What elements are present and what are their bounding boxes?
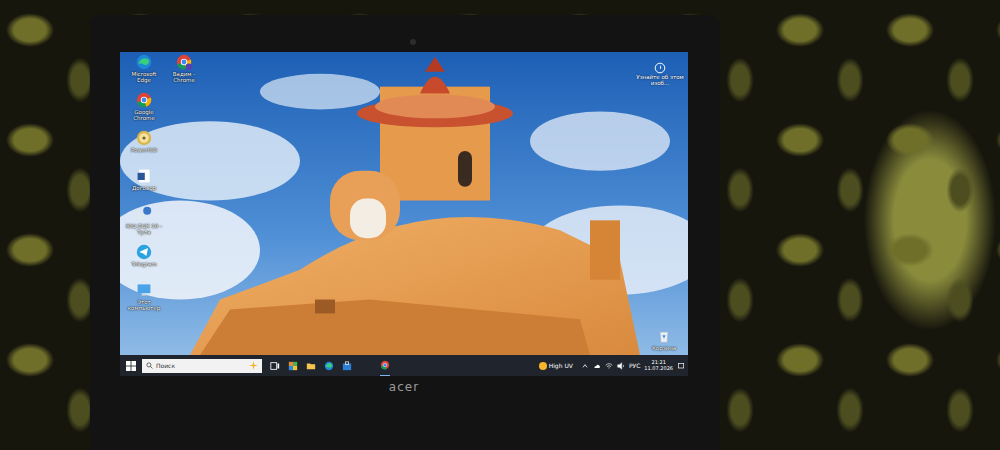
desktop-icon[interactable]: Договор bbox=[124, 168, 164, 205]
laptop: Microsoft EdgeВадим - Chrome Google Chrom… bbox=[90, 15, 720, 450]
store-icon bbox=[342, 361, 352, 371]
wallpaper-icon bbox=[120, 52, 688, 355]
desktop-icons: Microsoft EdgeВадим - Chrome Google Chrom… bbox=[124, 54, 204, 351]
chevron-icon[interactable] bbox=[581, 362, 589, 370]
recycle-bin[interactable]: Корзина bbox=[644, 328, 684, 351]
pc-icon bbox=[136, 282, 152, 298]
brand-logo: acer bbox=[389, 380, 419, 394]
desktop-right: Узнайте об этом изоб... Корзина bbox=[634, 54, 684, 351]
taskbar-app[interactable] bbox=[324, 356, 334, 375]
search-field[interactable]: Поиск bbox=[142, 359, 262, 373]
edge-icon bbox=[324, 361, 334, 371]
edge-icon bbox=[136, 54, 152, 70]
search-placeholder: Поиск bbox=[156, 362, 175, 369]
desktop-icon-label: Google Chrome bbox=[124, 109, 164, 122]
chrome-profile-icon bbox=[176, 54, 192, 70]
camera-icon bbox=[654, 62, 666, 74]
desktop-icon-label: Вадим - Chrome bbox=[164, 71, 204, 84]
volume-icon[interactable] bbox=[617, 362, 625, 370]
taskbar-app[interactable] bbox=[270, 356, 280, 375]
start-button[interactable] bbox=[120, 361, 142, 371]
word-icon bbox=[136, 168, 152, 184]
desktop-icon-label: ЮЦ ЕЦК 10 - Тула bbox=[124, 223, 164, 236]
spotlight-button[interactable]: Узнайте об этом изоб... bbox=[636, 62, 684, 87]
clock[interactable]: 21:2111.07.2026 bbox=[644, 360, 673, 372]
desktop-icon[interactable]: Вадим - Chrome bbox=[164, 54, 204, 91]
sun-icon bbox=[539, 362, 547, 370]
widgets-icon bbox=[288, 361, 298, 371]
taskbar-app[interactable] bbox=[306, 356, 316, 375]
screen: Microsoft EdgeВадим - Chrome Google Chrom… bbox=[120, 52, 688, 376]
notification-icon[interactable] bbox=[677, 362, 685, 370]
weather-text: High UV bbox=[549, 362, 573, 369]
desktop-icon[interactable]: Этот компьютер bbox=[124, 282, 164, 319]
recycle-bin-icon bbox=[656, 328, 672, 344]
desktop: Microsoft EdgeВадим - Chrome Google Chrom… bbox=[120, 52, 688, 355]
desktop-icon[interactable]: Microsoft Edge bbox=[124, 54, 164, 91]
explorer-icon bbox=[306, 361, 316, 371]
windows-logo-icon bbox=[126, 361, 136, 371]
desktop-icon-label: Microsoft Edge bbox=[124, 71, 164, 84]
taskbar: Поиск High UV РУС 21:2111.07.2026 bbox=[120, 355, 688, 376]
cloud-icon[interactable] bbox=[593, 362, 601, 370]
recycle-bin-label: Корзина bbox=[652, 345, 676, 351]
taskbar-app[interactable] bbox=[342, 356, 352, 375]
bezel: acer bbox=[120, 376, 688, 394]
telegram-icon bbox=[136, 244, 152, 260]
network-icon[interactable] bbox=[605, 362, 613, 370]
spotlight-label: Узнайте об этом изоб... bbox=[636, 74, 684, 87]
magnifier-icon bbox=[146, 362, 153, 369]
desktop-icon[interactable]: Telegram bbox=[124, 244, 164, 281]
pinned-apps bbox=[270, 355, 390, 376]
webcam-icon bbox=[410, 39, 416, 45]
taskbar-app[interactable] bbox=[288, 356, 298, 375]
desktop-icon-label: PowerISO bbox=[131, 147, 157, 153]
taskbar-app[interactable] bbox=[380, 355, 390, 376]
poweriso-icon bbox=[136, 130, 152, 146]
desktop-icon-label: Договор bbox=[132, 185, 156, 191]
desktop-icon[interactable]: Google Chrome bbox=[124, 92, 164, 129]
task-view-icon bbox=[270, 361, 280, 371]
photo-scene: Microsoft EdgeВадим - Chrome Google Chrom… bbox=[0, 0, 1000, 450]
desktop-icon-label: Этот компьютер bbox=[124, 299, 164, 312]
language-indicator[interactable]: РУС bbox=[629, 362, 640, 369]
chrome-icon bbox=[136, 92, 152, 108]
weather-widget[interactable]: High UV bbox=[539, 362, 573, 370]
chrome-icon bbox=[380, 360, 390, 370]
clock-date: 11.07.2026 bbox=[644, 366, 673, 372]
help-icon bbox=[136, 206, 152, 222]
desktop-icon-label: Telegram bbox=[131, 261, 156, 267]
sparkle-icon bbox=[249, 361, 258, 370]
desktop-icon[interactable]: PowerISO bbox=[124, 130, 164, 167]
desktop-icon[interactable]: ЮЦ ЕЦК 10 - Тула bbox=[124, 206, 164, 243]
system-tray: High UV РУС 21:2111.07.2026 bbox=[539, 360, 685, 372]
